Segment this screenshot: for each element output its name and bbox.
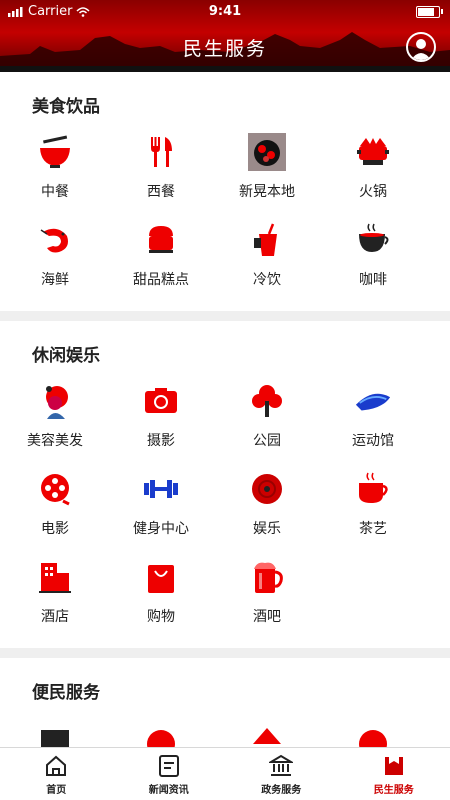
- beer-icon: [248, 558, 286, 596]
- category-entertainment[interactable]: 娱乐: [216, 466, 318, 554]
- section-title: 便民服务: [32, 683, 100, 703]
- category-service-2[interactable]: [110, 715, 212, 748]
- local-food-icon: [248, 133, 286, 171]
- category-label: 中餐: [41, 184, 69, 200]
- service-3-icon: [248, 719, 286, 748]
- category-local-food[interactable]: 新晃本地: [216, 129, 318, 217]
- bowl-icon: [36, 133, 74, 171]
- service-4-icon: [354, 719, 392, 748]
- section-title: 美食饮品: [32, 97, 100, 117]
- camera-icon: [142, 382, 180, 420]
- section-title: 休闲娱乐: [32, 346, 100, 366]
- fork-knife-icon: [142, 133, 180, 171]
- home-icon: [46, 755, 67, 776]
- coffee-icon: [354, 221, 392, 259]
- category-label: 酒店: [41, 609, 69, 625]
- cake-icon: [142, 221, 180, 259]
- user-avatar-icon[interactable]: [406, 32, 436, 62]
- category-label: 健身中心: [133, 521, 189, 537]
- category-park[interactable]: 公园: [216, 378, 318, 466]
- category-label: 甜品糕点: [133, 272, 189, 288]
- category-label: 海鲜: [41, 272, 69, 288]
- category-chinese-food[interactable]: 中餐: [4, 129, 106, 217]
- category-beauty-hair[interactable]: 美容美发: [4, 378, 106, 466]
- category-label: 公园: [253, 433, 281, 449]
- tree-icon: [248, 382, 286, 420]
- category-label: 咖啡: [359, 272, 387, 288]
- category-label: 茶艺: [359, 521, 387, 537]
- category-movie[interactable]: 电影: [4, 466, 106, 554]
- category-stadium[interactable]: 运动馆: [322, 378, 424, 466]
- category-label: 酒吧: [253, 609, 281, 625]
- disc-icon: [248, 470, 286, 508]
- category-shopping[interactable]: 购物: [110, 554, 212, 642]
- section-leisure: 休闲娱乐 美容美发 摄影 公园 运动馆 电影 健身中心 娱乐 茶艺 酒店 购物 …: [0, 321, 450, 648]
- status-time: 9:41: [208, 4, 242, 19]
- category-label: 冷饮: [253, 272, 281, 288]
- livelihood-icon: [384, 757, 403, 775]
- news-icon: [158, 755, 179, 777]
- category-seafood[interactable]: 海鲜: [4, 217, 106, 305]
- hair-salon-icon: [36, 382, 74, 420]
- section-food-drinks: 美食饮品 中餐 西餐 新晃本地 火锅 海鲜 甜品糕点 冷饮 咖啡: [0, 72, 450, 311]
- app-header: Carrier 9:41 民生服务: [0, 0, 450, 72]
- category-bar[interactable]: 酒吧: [216, 554, 318, 642]
- cold-drink-icon: [248, 221, 286, 259]
- tab-home[interactable]: 首页: [0, 748, 113, 800]
- service-2-icon: [142, 719, 180, 748]
- tab-livelihood[interactable]: 民生服务: [338, 748, 450, 800]
- tab-government[interactable]: 政务服务: [225, 748, 338, 800]
- category-label: 西餐: [147, 184, 175, 200]
- sports-icon: [354, 382, 392, 420]
- category-gym[interactable]: 健身中心: [110, 466, 212, 554]
- category-service-4[interactable]: [322, 715, 424, 748]
- battery-icon: [416, 6, 443, 18]
- category-dessert[interactable]: 甜品糕点: [110, 217, 212, 305]
- category-hotpot[interactable]: 火锅: [322, 129, 424, 217]
- tab-label: 首页: [46, 785, 67, 796]
- tab-label: 新闻资讯: [148, 785, 189, 796]
- service-1-icon: [36, 719, 74, 748]
- film-icon: [36, 470, 74, 508]
- category-hotel[interactable]: 酒店: [4, 554, 106, 642]
- dumbbell-icon: [142, 470, 180, 508]
- category-service-1[interactable]: [4, 715, 106, 748]
- section-convenience: 便民服务: [0, 658, 450, 748]
- shopping-bag-icon: [142, 558, 180, 596]
- category-label: 购物: [147, 609, 175, 625]
- tab-news[interactable]: 新闻资讯: [113, 748, 226, 800]
- category-coffee[interactable]: 咖啡: [322, 217, 424, 305]
- category-label: 摄影: [147, 433, 175, 449]
- category-label: 新晃本地: [239, 184, 295, 200]
- tab-label: 民生服务: [373, 785, 414, 796]
- hotpot-icon: [354, 133, 392, 171]
- shrimp-icon: [36, 221, 74, 259]
- category-label: 美容美发: [27, 433, 83, 449]
- category-label: 火锅: [359, 184, 387, 200]
- category-cold-drinks[interactable]: 冷饮: [216, 217, 318, 305]
- bottom-tab-bar: 首页 新闻资讯 政务服务 民生服务: [0, 747, 450, 800]
- main-content[interactable]: 美食饮品 中餐 西餐 新晃本地 火锅 海鲜 甜品糕点 冷饮 咖啡 休闲娱乐 美容…: [0, 72, 450, 748]
- category-tea[interactable]: 茶艺: [322, 466, 424, 554]
- category-label: 运动馆: [352, 433, 394, 449]
- category-label: 电影: [41, 521, 69, 537]
- tab-label: 政务服务: [261, 785, 302, 796]
- hotel-icon: [36, 558, 74, 596]
- status-bar: Carrier 9:41: [0, 2, 450, 22]
- page-title: 民生服务: [182, 38, 267, 60]
- tea-icon: [354, 470, 392, 508]
- category-label: 娱乐: [253, 521, 281, 537]
- category-photography[interactable]: 摄影: [110, 378, 212, 466]
- category-western-food[interactable]: 西餐: [110, 129, 212, 217]
- category-service-3[interactable]: [216, 715, 318, 748]
- government-icon: [269, 754, 294, 776]
